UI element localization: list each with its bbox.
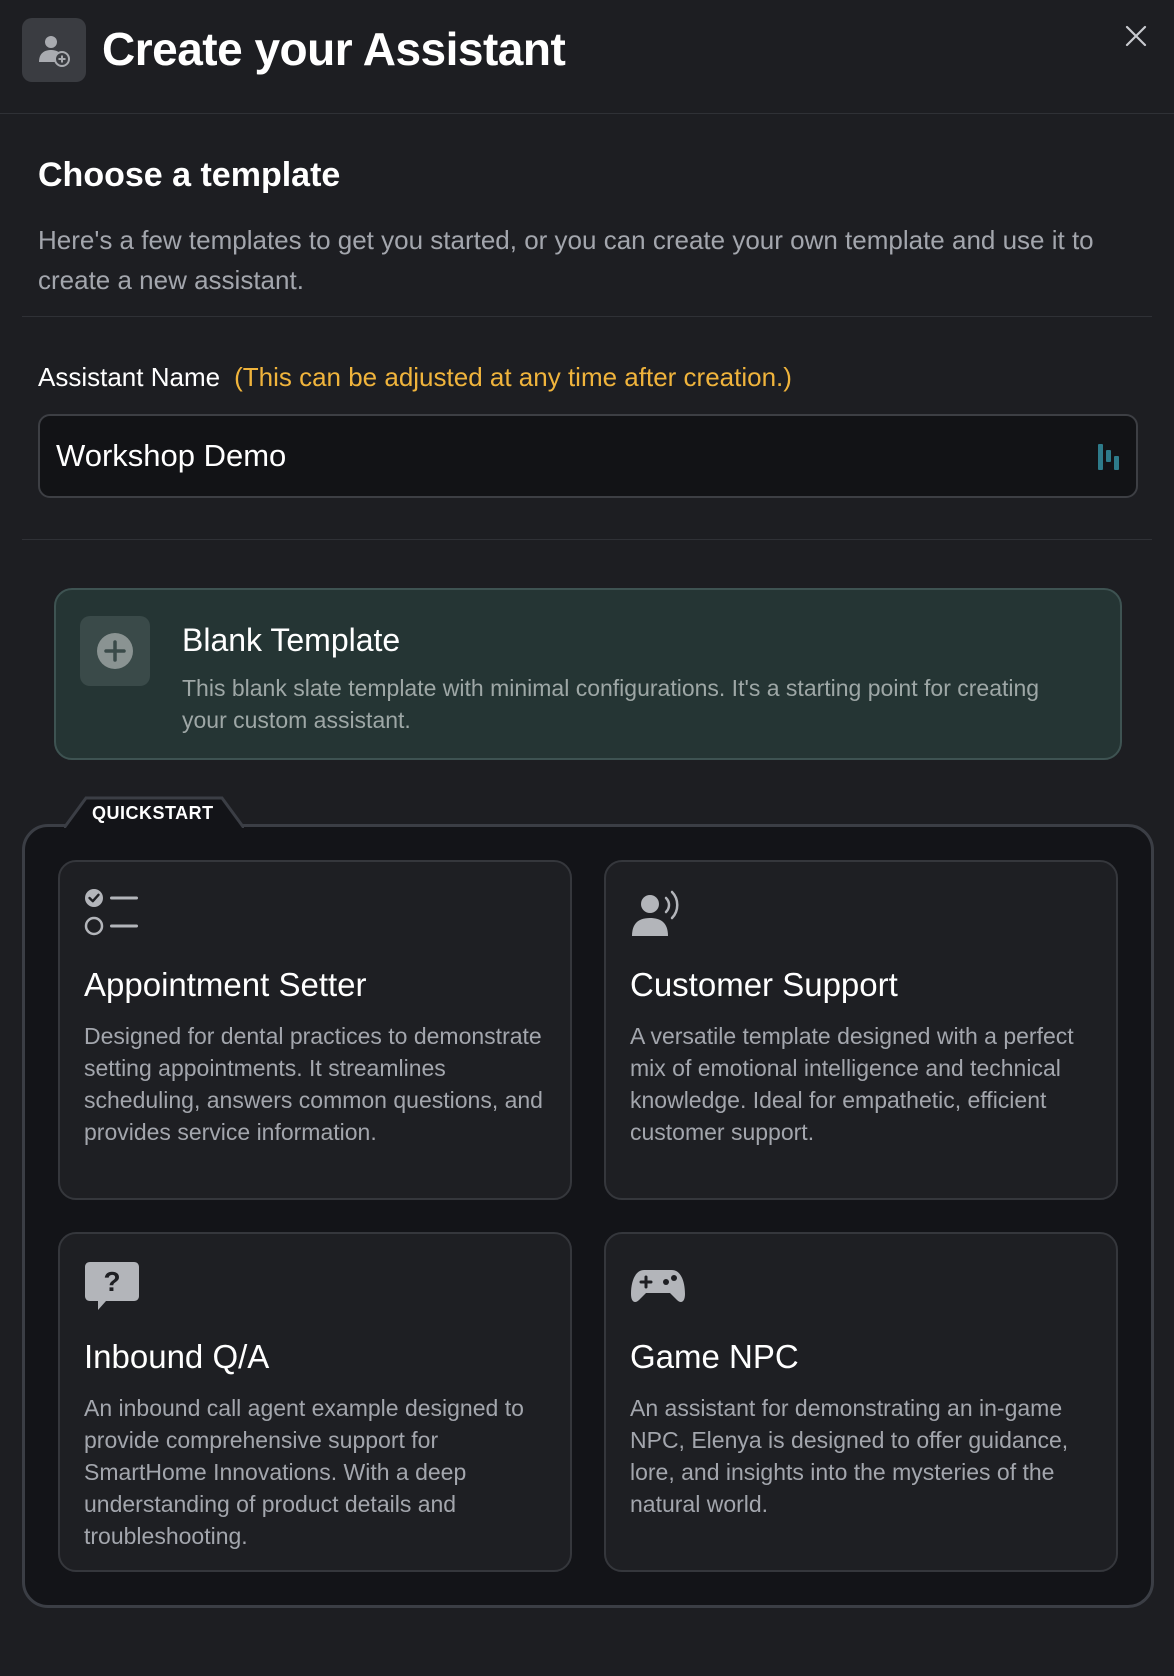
assistant-name-field[interactable]: [38, 414, 1138, 498]
modal-header: Create your Assistant: [0, 0, 1174, 114]
blank-template-card[interactable]: Blank Template This blank slate template…: [54, 588, 1122, 760]
template-card-game-npc[interactable]: Game NPC An assistant for demonstrating …: [604, 1232, 1118, 1572]
divider: [22, 316, 1152, 317]
user-plus-icon: [22, 18, 86, 82]
assistant-name-input[interactable]: [56, 416, 1076, 496]
template-title: Inbound Q/A: [84, 1338, 270, 1375]
gamepad-icon: [631, 1270, 685, 1302]
template-title: Appointment Setter: [84, 966, 367, 1003]
template-title: Game NPC: [630, 1338, 799, 1375]
template-description: A versatile template designed with a per…: [630, 1023, 1074, 1145]
blank-template-title: Blank Template: [182, 622, 401, 658]
template-title: Customer Support: [630, 966, 898, 1003]
section-title: Choose a template: [38, 156, 341, 194]
svg-text:?: ?: [103, 1266, 120, 1297]
assistant-name-label: Assistant Name (This can be adjusted at a…: [38, 362, 792, 393]
template-card-inbound-qa[interactable]: ? Inbound Q/A An inbound call agent exam…: [58, 1232, 572, 1572]
plus-circle-icon: [80, 616, 150, 686]
checklist-icon: [84, 889, 138, 936]
template-card-customer-support[interactable]: Customer Support A versatile template de…: [604, 860, 1118, 1200]
template-description: An assistant for demonstrating an in-gam…: [630, 1395, 1069, 1517]
person-speaking-icon: [632, 890, 679, 936]
assistant-name-hint: (This can be adjusted at any time after …: [234, 362, 792, 392]
password-manager-icon[interactable]: [1096, 442, 1122, 472]
blank-template-description: This blank slate template with minimal c…: [182, 675, 1040, 733]
section-description: Here's a few templates to get you starte…: [38, 225, 1094, 295]
question-bubble-icon: ?: [85, 1262, 139, 1310]
divider: [22, 539, 1152, 540]
close-icon: [1125, 25, 1147, 47]
close-button[interactable]: [1120, 20, 1152, 52]
modal-title: Create your Assistant: [102, 23, 566, 75]
template-description: Designed for dental practices to demonst…: [84, 1023, 543, 1145]
assistant-name-label-text: Assistant Name: [38, 362, 221, 392]
template-description: An inbound call agent example designed t…: [84, 1395, 524, 1549]
quickstart-label: QUICKSTART: [92, 803, 214, 823]
template-card-appointment-setter[interactable]: Appointment Setter Designed for dental p…: [58, 860, 572, 1200]
